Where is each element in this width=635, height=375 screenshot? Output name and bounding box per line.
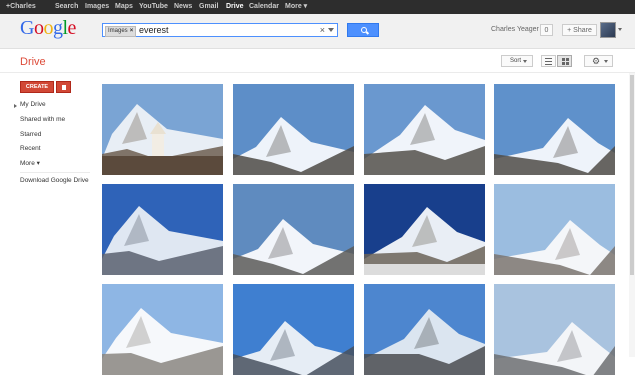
image-thumbnail[interactable] xyxy=(233,284,354,375)
bar-link-search[interactable]: Search xyxy=(55,0,78,14)
create-button[interactable]: CREATE xyxy=(20,81,54,93)
image-thumbnail[interactable] xyxy=(233,84,354,175)
grid-view-button[interactable] xyxy=(557,55,572,67)
image-thumbnail[interactable] xyxy=(102,284,223,375)
bar-link-profile[interactable]: +Charles xyxy=(6,0,36,14)
page-title[interactable]: Drive xyxy=(20,56,46,68)
scrollbar[interactable] xyxy=(629,73,635,357)
everest-photo xyxy=(494,184,615,275)
search-options-dropdown-icon[interactable] xyxy=(328,28,334,32)
everest-photo xyxy=(494,84,615,175)
bar-link-drive[interactable]: Drive xyxy=(226,0,244,14)
settings-button[interactable]: ⚙ xyxy=(584,55,613,67)
avatar[interactable] xyxy=(600,22,616,38)
upload-icon xyxy=(62,85,66,90)
notifications-count[interactable]: 0 xyxy=(540,24,553,36)
sidebar-item-starred[interactable]: Starred xyxy=(20,131,41,138)
sidebar-item-more[interactable]: More ▾ xyxy=(20,159,40,167)
list-view-button[interactable] xyxy=(541,55,556,67)
everest-photo xyxy=(233,284,354,375)
scrollbar-thumb[interactable] xyxy=(630,75,634,275)
sidebar-divider xyxy=(20,172,90,173)
user-name[interactable]: Charles Yeager xyxy=(491,26,539,33)
everest-photo xyxy=(364,84,485,175)
image-thumbnail[interactable] xyxy=(364,184,485,275)
sidebar-item-my-drive[interactable]: My Drive xyxy=(20,101,46,108)
clear-search-icon[interactable]: × xyxy=(320,24,325,36)
image-thumbnail[interactable] xyxy=(102,184,223,275)
bar-link-news[interactable]: News xyxy=(174,0,192,14)
bar-link-images[interactable]: Images xyxy=(85,0,109,14)
image-thumbnail[interactable] xyxy=(364,284,485,375)
image-thumbnail[interactable] xyxy=(494,184,615,275)
everest-photo xyxy=(102,284,223,375)
images-filter-chip[interactable]: Images × xyxy=(105,26,137,37)
google-logo[interactable]: Google xyxy=(20,17,76,40)
share-button[interactable]: + Share xyxy=(562,24,597,36)
everest-photo xyxy=(233,84,354,175)
search-button[interactable] xyxy=(347,23,379,37)
search-input[interactable]: everest xyxy=(139,25,169,36)
sidebar-item-recent[interactable]: Recent xyxy=(20,145,41,152)
download-drive-link[interactable]: Download Google Drive xyxy=(20,177,89,184)
gear-icon: ⚙ xyxy=(592,56,601,66)
image-thumbnail[interactable] xyxy=(494,84,615,175)
everest-photo xyxy=(233,184,354,275)
sort-button[interactable]: Sort xyxy=(501,55,533,67)
search-box[interactable]: Images × everest × xyxy=(102,23,338,37)
account-dropdown-icon[interactable] xyxy=(618,28,622,31)
image-thumbnail[interactable] xyxy=(494,284,615,375)
image-thumbnail[interactable] xyxy=(364,84,485,175)
sidebar-item-shared[interactable]: Shared with me xyxy=(20,116,65,123)
image-thumbnail[interactable] xyxy=(233,184,354,275)
everest-monastery-photo xyxy=(102,84,223,175)
bar-link-calendar[interactable]: Calendar xyxy=(249,0,279,14)
bar-link-gmail[interactable]: Gmail xyxy=(199,0,218,14)
everest-photo xyxy=(494,284,615,375)
bar-link-maps[interactable]: Maps xyxy=(115,0,133,14)
divider xyxy=(0,72,635,73)
everest-photo xyxy=(102,184,223,275)
expand-arrow-icon[interactable] xyxy=(14,104,17,108)
bar-link-youtube[interactable]: YouTube xyxy=(139,0,168,14)
everest-photo xyxy=(364,184,485,275)
chip-close-icon[interactable]: × xyxy=(130,28,134,34)
image-thumbnail[interactable] xyxy=(102,84,223,175)
bar-link-more[interactable]: More ▾ xyxy=(285,0,307,14)
upload-button[interactable] xyxy=(56,81,71,93)
google-bar: +Charles Search Images Maps YouTube News… xyxy=(0,0,635,14)
everest-photo xyxy=(364,284,485,375)
